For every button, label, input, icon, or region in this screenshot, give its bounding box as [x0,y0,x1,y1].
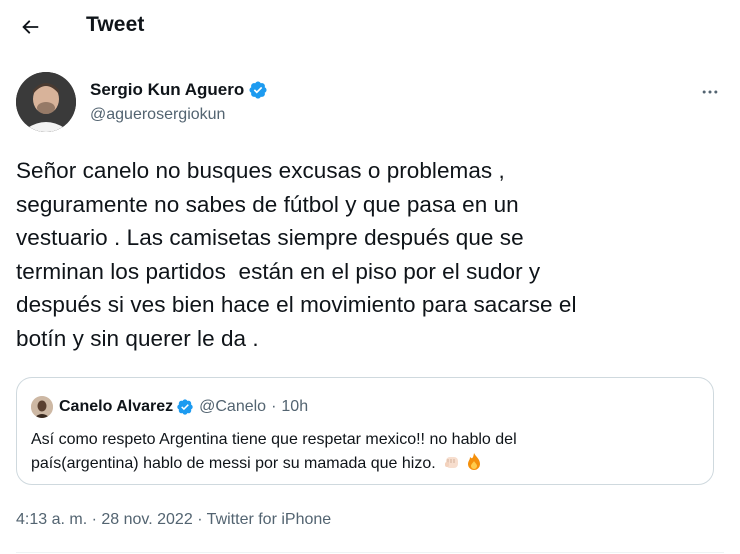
tweet-author: Sergio Kun Aguero @aguerosergiokun [16,72,724,136]
meta-separator: · [197,511,203,528]
tweet-date[interactable]: 28 nov. 2022 [101,511,192,528]
avatar[interactable] [16,72,76,132]
quote-author-name: Canelo Alvarez [59,398,174,415]
quote-separator: · [271,398,277,415]
tweet-source[interactable]: Twitter for iPhone [207,511,332,528]
ellipsis-icon [702,90,718,94]
verified-badge-icon [249,81,267,99]
tweet-text: Señor canelo no busques excusas o proble… [16,158,577,351]
back-button[interactable] [12,9,48,45]
meta-separator: · [91,511,97,528]
author-name[interactable]: Sergio Kun Aguero [90,80,244,100]
quote-time: 10h [281,398,309,415]
author-handle[interactable]: @aguerosergiokun [90,106,225,124]
quote-text-block: Así como respeto Argentina tiene que res… [31,428,701,476]
tweet-time[interactable]: 4:13 a. m. [16,511,87,528]
arrow-left-icon [22,20,39,34]
quote-avatar [31,396,53,418]
quoted-tweet[interactable]: Canelo Alvarez @Canelo · 10h Así como re… [16,377,714,485]
tweet-metadata: 4:13 a. m. · 28 nov. 2022 · Twitter for … [16,511,331,529]
fire-icon [468,453,481,470]
quote-handle: @Canelo [199,398,267,415]
more-button[interactable] [696,78,724,106]
verified-badge-icon [177,399,193,415]
divider [16,552,724,553]
fist-icon [445,457,459,468]
page-title: Tweet [86,13,145,36]
top-bar: Tweet [0,0,740,54]
